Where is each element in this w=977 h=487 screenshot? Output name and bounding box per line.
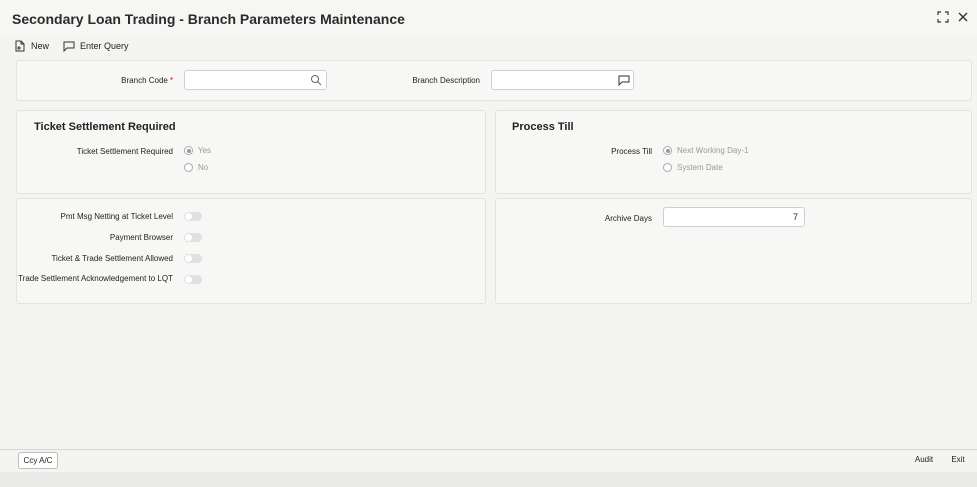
archive-days-input[interactable]: 7 — [663, 207, 805, 227]
search-icon[interactable] — [310, 74, 322, 86]
new-button[interactable]: New — [14, 40, 49, 52]
radio-label: System Date — [677, 163, 723, 172]
ticket-settlement-no-radio[interactable]: No — [184, 163, 208, 172]
radio-label: No — [198, 163, 209, 172]
ticket-settlement-yes-radio[interactable]: Yes — [184, 146, 211, 155]
archive-days-label: Archive Days — [604, 214, 652, 223]
radio-selected-icon — [663, 146, 672, 155]
maximize-icon[interactable] — [937, 11, 949, 26]
branch-description-input[interactable] — [491, 70, 634, 90]
branch-code-label: Branch Code * — [121, 76, 173, 85]
radio-label: Yes — [198, 146, 212, 155]
audit-button[interactable]: Audit — [908, 452, 940, 469]
window-controls — [937, 11, 969, 26]
pmt-msg-netting-label: Pmt Msg Netting at Ticket Level — [60, 212, 174, 221]
ccy-ac-button[interactable]: Ccy A/C — [18, 452, 58, 469]
required-marker: * — [169, 76, 173, 85]
branch-description-label: Branch Description — [412, 76, 480, 85]
payment-browser-label: Payment Browser — [109, 233, 173, 242]
ticket-settlement-section-title: Ticket Settlement Required — [34, 121, 176, 133]
page-title: Secondary Loan Trading - Branch Paramete… — [12, 11, 405, 27]
ticket-trade-settlement-toggle[interactable] — [184, 254, 202, 263]
pmt-msg-netting-toggle[interactable] — [184, 212, 202, 221]
exit-button[interactable]: Exit — [945, 452, 971, 469]
new-document-icon — [15, 40, 25, 52]
title-bar: Secondary Loan Trading - Branch Paramete… — [0, 0, 977, 34]
radio-selected-icon — [184, 146, 193, 155]
radio-label: Next Working Day-1 — [677, 146, 749, 155]
ticket-settlement-label: Ticket Settlement Required — [76, 147, 173, 156]
enter-query-button[interactable]: Enter Query — [63, 40, 129, 52]
process-till-section-title: Process Till — [512, 121, 574, 133]
enter-query-label: Enter Query — [80, 41, 129, 51]
branch-code-input[interactable] — [184, 70, 327, 90]
new-label: New — [31, 41, 50, 51]
comment-icon — [63, 41, 75, 52]
process-till-label: Process Till — [611, 147, 652, 156]
radio-unselected-icon — [663, 163, 672, 172]
close-icon[interactable] — [957, 11, 969, 26]
status-strip — [0, 472, 977, 487]
radio-unselected-icon — [184, 163, 193, 172]
ticket-trade-settlement-label: Ticket & Trade Settlement Allowed — [51, 254, 173, 263]
trade-settlement-ack-toggle[interactable] — [184, 275, 202, 284]
trade-settlement-ack-label: Trade Settlement Acknowledgement to LQT — [18, 274, 173, 283]
toolbar: New Enter Query — [14, 40, 129, 52]
comment-icon[interactable] — [618, 74, 630, 86]
payment-browser-toggle[interactable] — [184, 233, 202, 242]
process-till-system-date-radio[interactable]: System Date — [663, 163, 723, 172]
process-till-next-working-day-radio[interactable]: Next Working Day-1 — [663, 146, 748, 155]
